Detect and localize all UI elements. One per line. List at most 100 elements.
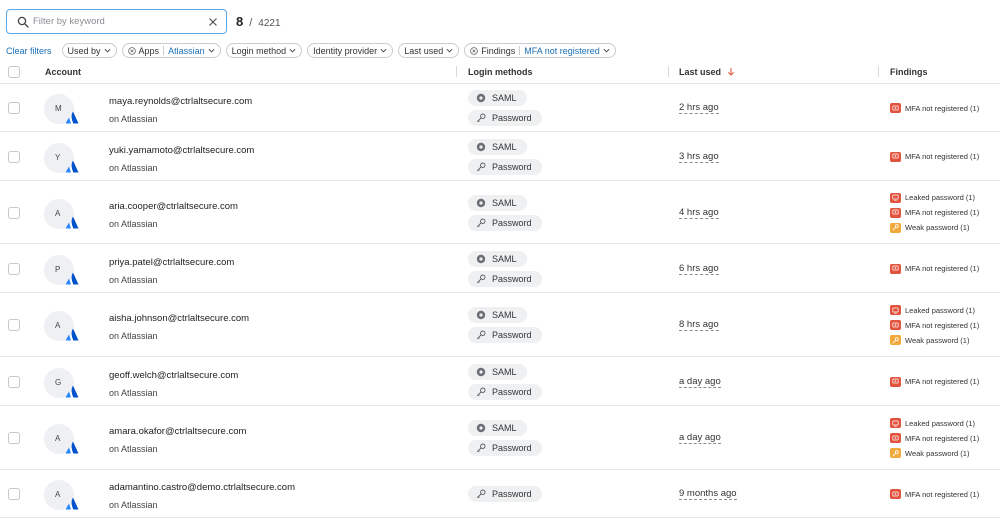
avatar-initial: M: [55, 104, 62, 113]
finding-item[interactable]: MFA not registered (1): [890, 149, 979, 164]
account-email[interactable]: yuki.yamamoto@ctrlaltsecure.com: [109, 145, 254, 156]
login-method-filter[interactable]: Login method: [225, 43, 303, 58]
table-row[interactable]: Aadamantino.castro@demo.ctrlaltsecure.co…: [0, 470, 1000, 518]
account-app: on Atlassian: [109, 162, 158, 173]
findings-filter-value: MFA not registered: [524, 45, 600, 56]
mfa-warning-icon: [890, 433, 901, 443]
search-box[interactable]: [6, 9, 227, 34]
row-checkbox[interactable]: [8, 432, 20, 444]
account-email[interactable]: aria.cooper@ctrlaltsecure.com: [109, 201, 238, 212]
avatar-initial: A: [55, 321, 61, 330]
findings-cell: MFA not registered (1): [890, 487, 979, 502]
column-divider[interactable]: [668, 66, 669, 77]
account-app: on Atlassian: [109, 274, 158, 285]
finding-label: MFA not registered (1): [905, 320, 980, 330]
search-input[interactable]: [33, 16, 208, 27]
account-email[interactable]: aisha.johnson@ctrlaltsecure.com: [109, 313, 249, 324]
finding-label: Leaked password (1): [905, 193, 976, 202]
table-row[interactable]: Ggeoff.welch@ctrlaltsecure.com on Atlassi…: [0, 357, 1000, 406]
login-method-password: Password: [468, 383, 542, 400]
row-checkbox[interactable]: [8, 102, 20, 114]
account-email[interactable]: priya.patel@ctrlaltsecure.com: [109, 257, 234, 268]
table-body: Mmaya.reynolds@ctrlaltsecure.com on Atlas…: [0, 84, 1000, 518]
last-used-value[interactable]: 6 hrs ago: [679, 263, 719, 275]
table-row[interactable]: Aaisha.johnson@ctrlaltsecure.com on Atlas…: [0, 293, 1000, 357]
login-method-label: SAML: [492, 310, 517, 320]
remove-filter-icon[interactable]: [470, 46, 479, 55]
chevron-down-icon: [446, 48, 453, 53]
login-method-password: Password: [468, 270, 542, 287]
finding-item[interactable]: MFA not registered (1): [890, 374, 979, 389]
row-checkbox[interactable]: [8, 375, 20, 388]
remove-filter-icon[interactable]: [127, 46, 136, 55]
account-cell: amara.okafor@ctrlaltsecure.com on Atlassi…: [109, 426, 246, 454]
last-used-value[interactable]: 9 months ago: [679, 488, 737, 500]
login-method-label: SAML: [492, 141, 517, 152]
account-cell: adamantino.castro@demo.ctrlaltsecure.com…: [109, 482, 295, 510]
table-row[interactable]: Aamara.okafor@ctrlaltsecure.com on Atlass…: [0, 406, 1000, 470]
key-icon: [476, 387, 486, 396]
last-used-filter-label: Last used: [404, 45, 444, 56]
account-email[interactable]: geoff.welch@ctrlaltsecure.com: [109, 370, 238, 381]
select-all-checkbox[interactable]: [8, 66, 20, 78]
finding-item[interactable]: Leaked password (1): [890, 190, 979, 205]
findings-filter[interactable]: Findings MFA not registered: [464, 43, 616, 58]
column-divider[interactable]: [878, 66, 879, 77]
finding-item[interactable]: Leaked password (1): [890, 303, 979, 318]
row-checkbox[interactable]: [8, 488, 20, 500]
clear-filters-link[interactable]: Clear filters: [6, 46, 52, 56]
avatar-initial: G: [55, 377, 62, 387]
account-email[interactable]: adamantino.castro@demo.ctrlaltsecure.com: [109, 482, 295, 493]
finding-item[interactable]: MFA not registered (1): [890, 318, 979, 333]
column-header-login-methods[interactable]: Login methods: [468, 67, 533, 77]
last-used-value[interactable]: 8 hrs ago: [679, 319, 719, 331]
finding-item[interactable]: MFA not registered (1): [890, 101, 979, 116]
identity-provider-filter[interactable]: Identity provider: [307, 43, 394, 58]
table-row[interactable]: Aaria.cooper@ctrlaltsecure.com on Atlassi…: [0, 181, 1000, 244]
last-used-value[interactable]: 2 hrs ago: [679, 102, 719, 114]
account-email[interactable]: amara.okafor@ctrlaltsecure.com: [109, 426, 246, 437]
chip-divider: [163, 46, 165, 55]
clear-search-icon[interactable]: [208, 17, 218, 27]
login-method-saml: SAML: [468, 250, 527, 267]
row-checkbox[interactable]: [8, 206, 20, 219]
finding-item[interactable]: Weak password (1): [890, 333, 979, 348]
finding-item[interactable]: MFA not registered (1): [890, 431, 979, 446]
table-row[interactable]: Ppriya.patel@ctrlaltsecure.com on Atlassi…: [0, 244, 1000, 293]
row-checkbox[interactable]: [8, 319, 20, 331]
last-used-value[interactable]: 3 hrs ago: [679, 151, 719, 163]
finding-item[interactable]: Leaked password (1): [890, 416, 979, 431]
table-row[interactable]: Yyuki.yamamoto@ctrlaltsecure.com on Atlas…: [0, 132, 1000, 181]
account-email[interactable]: maya.reynolds@ctrlaltsecure.com: [109, 96, 252, 107]
row-checkbox[interactable]: [8, 262, 20, 275]
column-header-findings[interactable]: Findings: [890, 67, 928, 77]
login-method-saml: SAML: [468, 138, 527, 155]
column-header-account[interactable]: Account: [45, 67, 81, 77]
last-used-value[interactable]: a day ago: [679, 432, 721, 444]
column-divider[interactable]: [456, 66, 457, 77]
result-count: 8 / 4221: [236, 14, 281, 29]
account-cell: priya.patel@ctrlaltsecure.com on Atlassia…: [109, 257, 234, 285]
last-used-value[interactable]: a day ago: [679, 376, 721, 388]
login-method-label: Login method: [231, 45, 287, 56]
last-used-filter[interactable]: Last used: [398, 43, 460, 58]
finding-item[interactable]: MFA not registered (1): [890, 205, 979, 220]
used-by-filter[interactable]: Used by: [61, 43, 117, 58]
finding-item[interactable]: MFA not registered (1): [890, 487, 979, 502]
finding-item[interactable]: Weak password (1): [890, 220, 979, 235]
finding-item[interactable]: MFA not registered (1): [890, 261, 979, 276]
avatar: M: [44, 94, 79, 124]
finding-item[interactable]: Weak password (1): [890, 446, 979, 461]
last-used-value[interactable]: 4 hrs ago: [679, 207, 719, 219]
saml-icon: [476, 310, 486, 320]
table-row[interactable]: Mmaya.reynolds@ctrlaltsecure.com on Atlas…: [0, 84, 1000, 132]
apps-filter[interactable]: Apps Atlassian: [121, 43, 221, 58]
mfa-warning-icon: [890, 151, 901, 162]
avatar-initial: A: [55, 208, 61, 218]
row-checkbox[interactable]: [8, 150, 20, 163]
login-method-label: Password: [492, 489, 532, 499]
mfa-warning-icon: [890, 489, 901, 499]
account-app: on Atlassian: [109, 387, 158, 398]
column-header-last-used[interactable]: Last used: [679, 67, 735, 77]
weak-password-icon: [890, 335, 901, 345]
